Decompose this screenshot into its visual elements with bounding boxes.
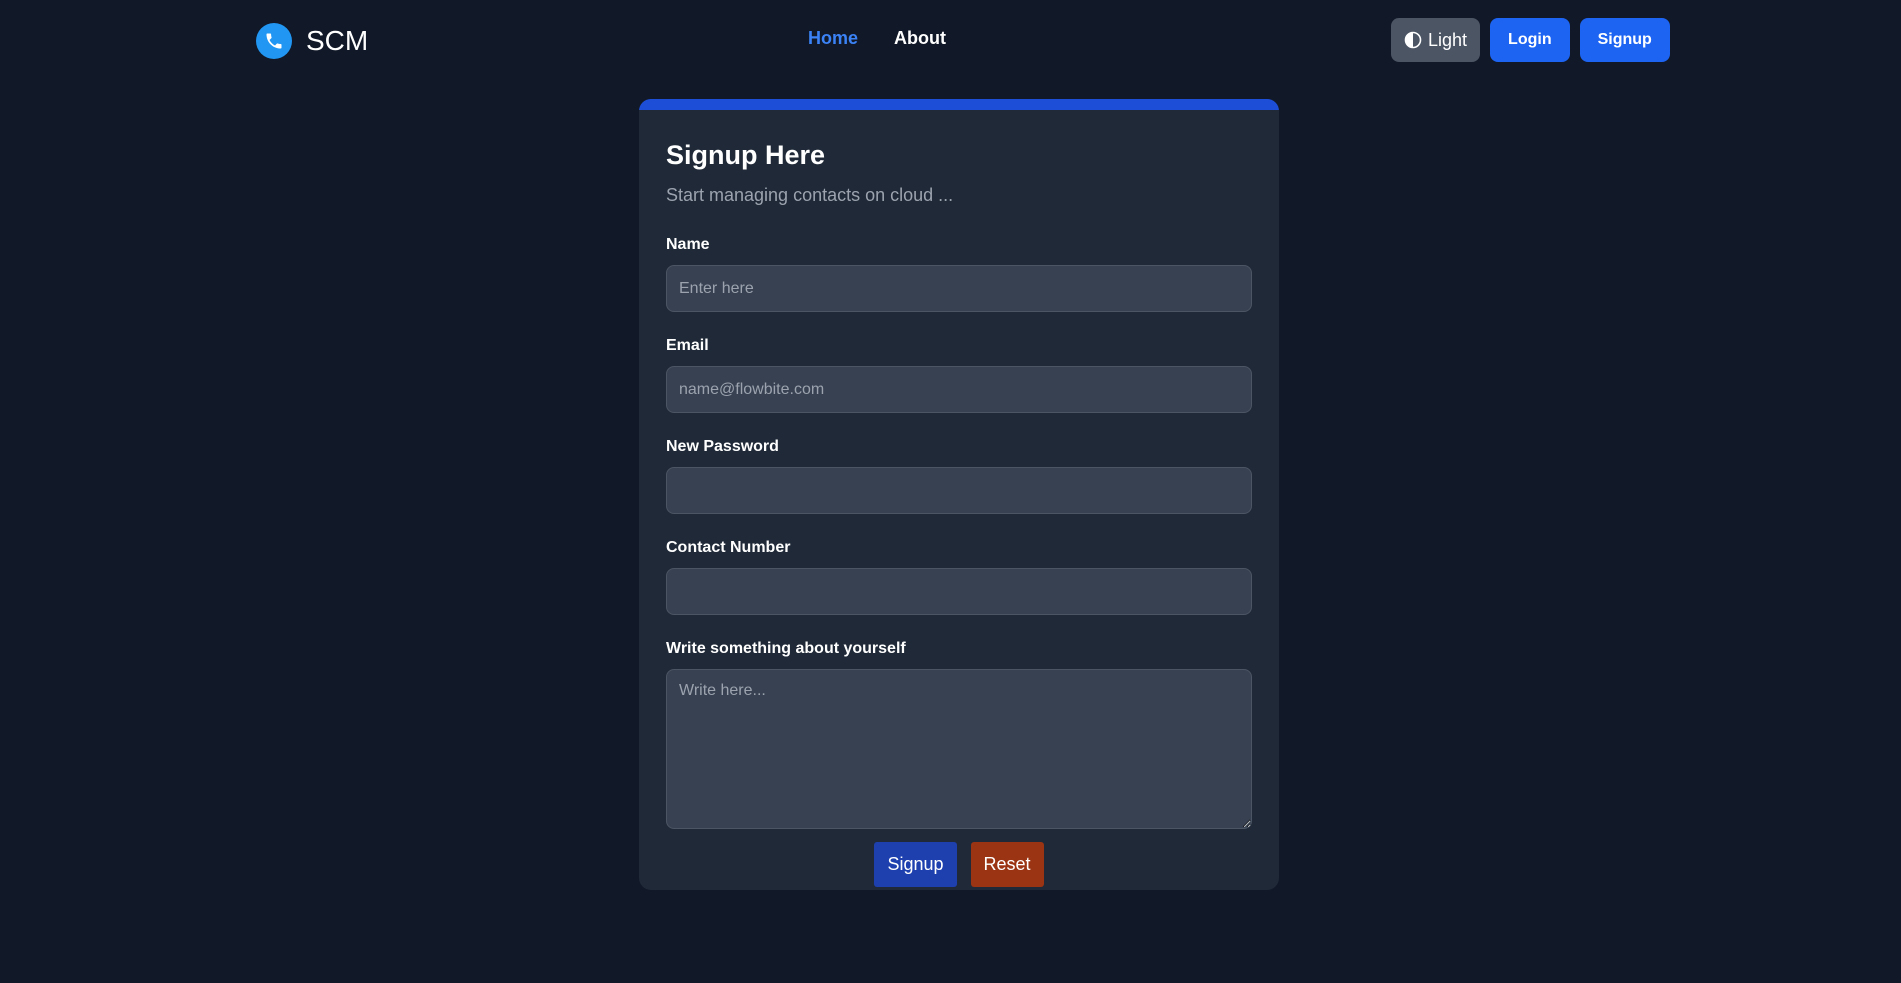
form-subtitle: Start managing contacts on cloud ... bbox=[666, 185, 954, 205]
reset-button[interactable]: Reset bbox=[970, 842, 1044, 887]
name-input[interactable] bbox=[666, 265, 1252, 312]
brand-name: SCM bbox=[306, 25, 369, 56]
password-label: New Password bbox=[666, 438, 779, 455]
theme-toggle-button[interactable]: Light bbox=[1391, 18, 1481, 62]
nav-actions: Light Login Signup bbox=[1391, 18, 1670, 62]
signup-card: Signup Here Start managing contacts on c… bbox=[639, 99, 1279, 890]
password-input[interactable] bbox=[666, 467, 1252, 514]
contact-number-input[interactable] bbox=[666, 568, 1252, 615]
email-label: Email bbox=[666, 337, 709, 354]
navbar: SCM Home About Light Login Signup bbox=[0, 0, 1901, 82]
form-actions: Signup Reset bbox=[666, 842, 1252, 887]
signup-form: Signup Here Start managing contacts on c… bbox=[639, 110, 1279, 887]
card-accent-bar bbox=[639, 99, 1279, 110]
half-circle-icon bbox=[1404, 31, 1422, 49]
email-input[interactable] bbox=[666, 366, 1252, 413]
signup-nav-button[interactable]: Signup bbox=[1579, 18, 1670, 62]
brand-link[interactable]: SCM bbox=[256, 22, 368, 60]
contact-number-label: Contact Number bbox=[666, 539, 791, 556]
signup-submit-button[interactable]: Signup bbox=[874, 842, 957, 887]
about-textarea[interactable] bbox=[666, 669, 1252, 829]
theme-toggle-label: Light bbox=[1428, 29, 1468, 50]
about-label: Write something about yourself bbox=[666, 640, 906, 657]
name-label: Name bbox=[666, 236, 710, 253]
nav-link-about[interactable]: About bbox=[894, 28, 946, 49]
phone-icon bbox=[256, 23, 292, 59]
nav-link-home[interactable]: Home bbox=[808, 28, 858, 49]
form-title: Signup Here bbox=[666, 140, 826, 170]
nav-links: Home About bbox=[808, 28, 946, 49]
login-button[interactable]: Login bbox=[1490, 18, 1570, 62]
